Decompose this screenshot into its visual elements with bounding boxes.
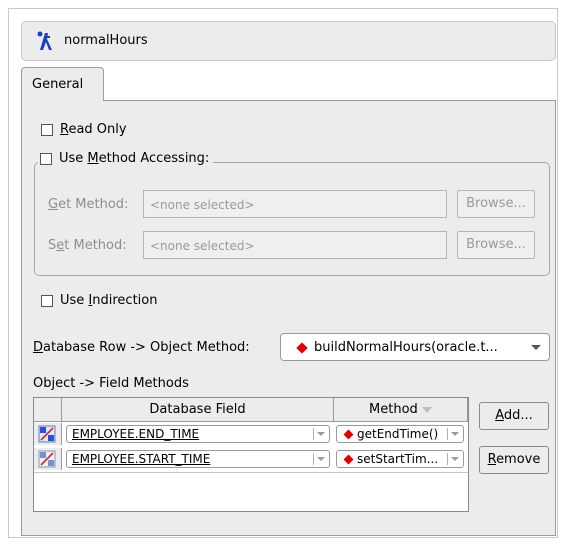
field-mapping-icon xyxy=(38,450,56,468)
chevron-down-icon[interactable] xyxy=(451,432,459,436)
mapping-title: normalHours xyxy=(64,33,148,48)
read-only-checkbox-box[interactable] xyxy=(41,123,53,136)
add-button[interactable]: Add... xyxy=(479,402,549,430)
column-header-database-field[interactable]: Database Field xyxy=(62,398,334,422)
method-diamond-icon xyxy=(296,342,308,354)
direct-to-field-mapping-icon xyxy=(37,31,52,50)
table-corner-header xyxy=(34,398,62,422)
table-cell-method: setStartTim... xyxy=(357,452,439,466)
chevron-down-icon[interactable] xyxy=(531,345,541,350)
table-cell-method: getEndTime() xyxy=(357,427,439,441)
use-method-accessing-checkbox-box[interactable] xyxy=(40,152,52,165)
db-row-method-label: Database Row -> Object Method: xyxy=(33,340,250,355)
use-indirection-label: Use Indirection xyxy=(60,293,158,308)
get-method-label: Get Method: xyxy=(48,197,129,212)
set-method-label: Set Method: xyxy=(48,238,127,253)
get-method-field[interactable]: <none selected> xyxy=(143,190,447,218)
mapping-header: normalHours xyxy=(21,21,556,61)
column-header-method[interactable]: Method xyxy=(334,398,468,422)
db-row-method-combo[interactable]: buildNormalHours(oracle.t... xyxy=(280,333,550,361)
chevron-down-icon[interactable] xyxy=(317,457,325,461)
use-indirection-checkbox[interactable]: Use Indirection xyxy=(41,293,157,308)
table-row-field-combo[interactable]: EMPLOYEE.END_TIME xyxy=(66,425,330,443)
use-indirection-checkbox-box[interactable] xyxy=(41,294,53,307)
get-method-browse-button[interactable]: Browse... xyxy=(457,190,535,218)
method-diamond-icon xyxy=(343,454,354,465)
use-method-accessing-label: Use Method Accessing: xyxy=(59,151,210,166)
combo-separator xyxy=(447,428,448,440)
db-row-method-value: buildNormalHours(oracle.t... xyxy=(314,340,498,355)
set-method-browse-button[interactable]: Browse... xyxy=(457,231,535,259)
table-row-field-combo[interactable]: EMPLOYEE.START_TIME xyxy=(66,450,330,468)
field-mapping-icon xyxy=(38,425,56,443)
sort-indicator-icon xyxy=(421,406,432,413)
read-only-label: Read Only xyxy=(60,122,127,137)
set-method-field[interactable]: <none selected> xyxy=(143,231,447,259)
combo-separator xyxy=(313,453,314,465)
table-row-header[interactable] xyxy=(34,423,62,445)
tab-general[interactable]: General xyxy=(21,67,104,101)
method-diamond-icon xyxy=(343,429,354,440)
table-row-divider xyxy=(34,472,468,473)
chevron-down-icon[interactable] xyxy=(451,457,459,461)
read-only-checkbox[interactable]: Read Only xyxy=(41,122,127,137)
table-row-method-combo[interactable]: setStartTim... xyxy=(336,450,464,468)
field-methods-table: Database Field Method EMPLOYEE.END_TIME … xyxy=(33,397,469,512)
chevron-down-icon[interactable] xyxy=(317,432,325,436)
combo-separator xyxy=(313,428,314,440)
tab-general-label: General xyxy=(32,77,84,92)
table-row-method-combo[interactable]: getEndTime() xyxy=(336,425,464,443)
table-cell-field: EMPLOYEE.START_TIME xyxy=(72,452,211,466)
use-method-accessing-checkbox[interactable]: Use Method Accessing: xyxy=(38,151,214,166)
table-row-header[interactable] xyxy=(34,448,62,470)
remove-button[interactable]: Remove xyxy=(479,446,549,474)
combo-separator xyxy=(447,453,448,465)
table-cell-field: EMPLOYEE.END_TIME xyxy=(72,427,200,441)
field-methods-label: Object -> Field Methods xyxy=(33,376,189,391)
